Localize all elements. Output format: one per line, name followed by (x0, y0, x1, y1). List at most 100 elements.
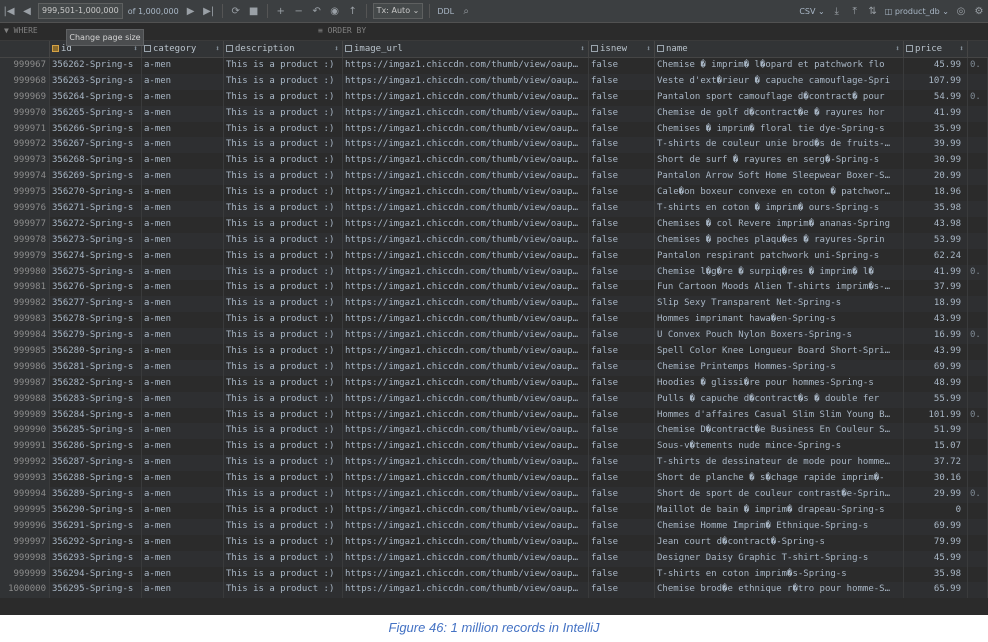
row-number[interactable]: 999982 (0, 296, 50, 313)
table-row[interactable]: 999987 356282-Spring-s a-men This is a prod… (0, 375, 988, 392)
table-row[interactable]: 999979 356274-Spring-s a-men This is a prod… (0, 248, 988, 265)
cell-overflow[interactable] (968, 534, 988, 551)
cell-id[interactable]: 356263-Spring-s (50, 73, 142, 90)
row-number[interactable]: 999990 (0, 423, 50, 440)
row-number[interactable]: 999980 (0, 264, 50, 281)
cell-category[interactable]: a-men (142, 328, 224, 345)
cell-overflow[interactable] (968, 137, 988, 154)
row-number[interactable]: 999981 (0, 280, 50, 297)
cell-description[interactable]: This is a product :) (224, 232, 343, 249)
cell-image-url[interactable]: https://imgaz1.chiccdn.com/thumb/view/oa… (343, 455, 589, 472)
cell-overflow[interactable] (968, 375, 988, 392)
cell-name[interactable]: Spell Color Knee Longueur Board Short-Sp… (655, 344, 904, 360)
cell-category[interactable]: a-men (142, 185, 224, 202)
cell-description[interactable]: This is a product :) (224, 264, 343, 281)
export-format-dropdown[interactable]: CSV ⌄ (799, 7, 824, 16)
column-header-image-url[interactable]: image_url ⬍ (343, 41, 589, 57)
cell-overflow[interactable] (968, 105, 988, 122)
cell-image-url[interactable]: https://imgaz1.chiccdn.com/thumb/view/oa… (343, 359, 589, 376)
table-row[interactable]: 999998 356293-Spring-s a-men This is a prod… (0, 550, 988, 567)
cell-isnew[interactable]: false (589, 264, 655, 281)
cell-description[interactable]: This is a product :) (224, 359, 343, 376)
cell-id[interactable]: 356266-Spring-s (50, 121, 142, 138)
cell-name[interactable]: Chemise de golf d�contract�e � rayures h… (655, 105, 904, 122)
row-number[interactable]: 999974 (0, 169, 50, 186)
cell-isnew[interactable]: false (589, 566, 655, 583)
row-number[interactable]: 999987 (0, 375, 50, 392)
cell-name[interactable]: Short de planche � s�chage rapide imprim… (655, 471, 904, 488)
cell-isnew[interactable]: false (589, 248, 655, 265)
cell-image-url[interactable]: https://imgaz1.chiccdn.com/thumb/view/oa… (343, 582, 589, 599)
cell-price[interactable]: 53.99 (904, 232, 968, 249)
cell-category[interactable]: a-men (142, 105, 224, 122)
cell-isnew[interactable]: false (589, 105, 655, 122)
table-row[interactable]: 999983 356278-Spring-s a-men This is a prod… (0, 312, 988, 329)
previous-page-icon[interactable]: ◀ (18, 1, 36, 21)
column-header-description[interactable]: description ⬍ (224, 41, 343, 57)
cell-id[interactable]: 356265-Spring-s (50, 105, 142, 122)
row-number[interactable]: 999971 (0, 121, 50, 138)
cell-name[interactable]: Jean court d�contract�-Spring-s (655, 534, 904, 551)
table-row[interactable]: 999968 356263-Spring-s a-men This is a prod… (0, 73, 988, 90)
cell-overflow[interactable] (968, 280, 988, 297)
cell-id[interactable]: 356283-Spring-s (50, 391, 142, 408)
first-page-icon[interactable]: |◀ (0, 1, 18, 21)
table-row[interactable]: 999977 356272-Spring-s a-men This is a prod… (0, 216, 988, 233)
cell-image-url[interactable]: https://imgaz1.chiccdn.com/thumb/view/oa… (343, 566, 589, 583)
cell-id[interactable]: 356286-Spring-s (50, 439, 142, 456)
cell-isnew[interactable]: false (589, 169, 655, 186)
cell-description[interactable]: This is a product :) (224, 137, 343, 154)
cell-price[interactable]: 30.99 (904, 153, 968, 170)
cell-isnew[interactable]: false (589, 137, 655, 154)
cell-name[interactable]: Sous-v�tements nude mince-Spring-s (655, 439, 904, 456)
cell-name[interactable]: Chemises � col Revere imprim� ananas-Spr… (655, 216, 904, 233)
cell-price[interactable]: 45.99 (904, 58, 968, 74)
cell-isnew[interactable]: false (589, 185, 655, 202)
cell-description[interactable]: This is a product :) (224, 185, 343, 202)
table-row[interactable]: 999980 356275-Spring-s a-men This is a prod… (0, 264, 988, 281)
row-number[interactable]: 999996 (0, 518, 50, 535)
cell-description[interactable]: This is a product :) (224, 582, 343, 599)
cell-isnew[interactable]: false (589, 201, 655, 217)
cell-name[interactable]: Pantalon sport camouflage d�contract� po… (655, 89, 904, 106)
cell-id[interactable]: 356287-Spring-s (50, 455, 142, 472)
cell-description[interactable]: This is a product :) (224, 487, 343, 503)
cell-image-url[interactable]: https://imgaz1.chiccdn.com/thumb/view/oa… (343, 312, 589, 329)
cell-description[interactable]: This is a product :) (224, 534, 343, 551)
table-row[interactable]: 999986 356281-Spring-s a-men This is a prod… (0, 359, 988, 376)
row-number[interactable]: 999989 (0, 407, 50, 424)
cell-category[interactable]: a-men (142, 471, 224, 488)
search-icon[interactable]: ⌕ (457, 1, 475, 21)
upload-icon[interactable]: ⤒ (846, 1, 864, 21)
cell-overflow[interactable] (968, 582, 988, 599)
cell-overflow[interactable] (968, 455, 988, 472)
cell-price[interactable]: 41.99 (904, 264, 968, 281)
table-row[interactable]: 999999 356294-Spring-s a-men This is a prod… (0, 566, 988, 583)
cell-id[interactable]: 356282-Spring-s (50, 375, 142, 392)
cell-description[interactable]: This is a product :) (224, 391, 343, 408)
cell-overflow[interactable]: 0. (968, 407, 988, 424)
cell-id[interactable]: 356274-Spring-s (50, 248, 142, 265)
cell-category[interactable]: a-men (142, 216, 224, 233)
cell-price[interactable]: 35.98 (904, 201, 968, 217)
cell-category[interactable]: a-men (142, 73, 224, 90)
sort-icon[interactable]: ⬍ (646, 41, 651, 57)
cell-image-url[interactable]: https://imgaz1.chiccdn.com/thumb/view/oa… (343, 518, 589, 535)
cell-overflow[interactable] (968, 502, 988, 519)
add-row-icon[interactable]: + (272, 1, 290, 21)
cell-category[interactable]: a-men (142, 169, 224, 186)
cell-image-url[interactable]: https://imgaz1.chiccdn.com/thumb/view/oa… (343, 153, 589, 170)
cell-id[interactable]: 356290-Spring-s (50, 502, 142, 519)
table-row[interactable]: 999989 356284-Spring-s a-men This is a prod… (0, 407, 988, 424)
cell-name[interactable]: Hommes d'affaires Casual Slim Slim Young… (655, 407, 904, 424)
row-number[interactable]: 999993 (0, 471, 50, 488)
table-row[interactable]: 999984 356279-Spring-s a-men This is a prod… (0, 328, 988, 345)
cell-description[interactable]: This is a product :) (224, 105, 343, 122)
cell-name[interactable]: T-shirts en coton � imprim� ours-Spring-… (655, 201, 904, 217)
cell-description[interactable]: This is a product :) (224, 58, 343, 74)
cell-category[interactable]: a-men (142, 137, 224, 154)
cell-id[interactable]: 356271-Spring-s (50, 201, 142, 217)
cell-description[interactable]: This is a product :) (224, 280, 343, 297)
cell-overflow[interactable] (968, 471, 988, 488)
cell-name[interactable]: T-shirts de dessinateur de mode pour hom… (655, 455, 904, 472)
